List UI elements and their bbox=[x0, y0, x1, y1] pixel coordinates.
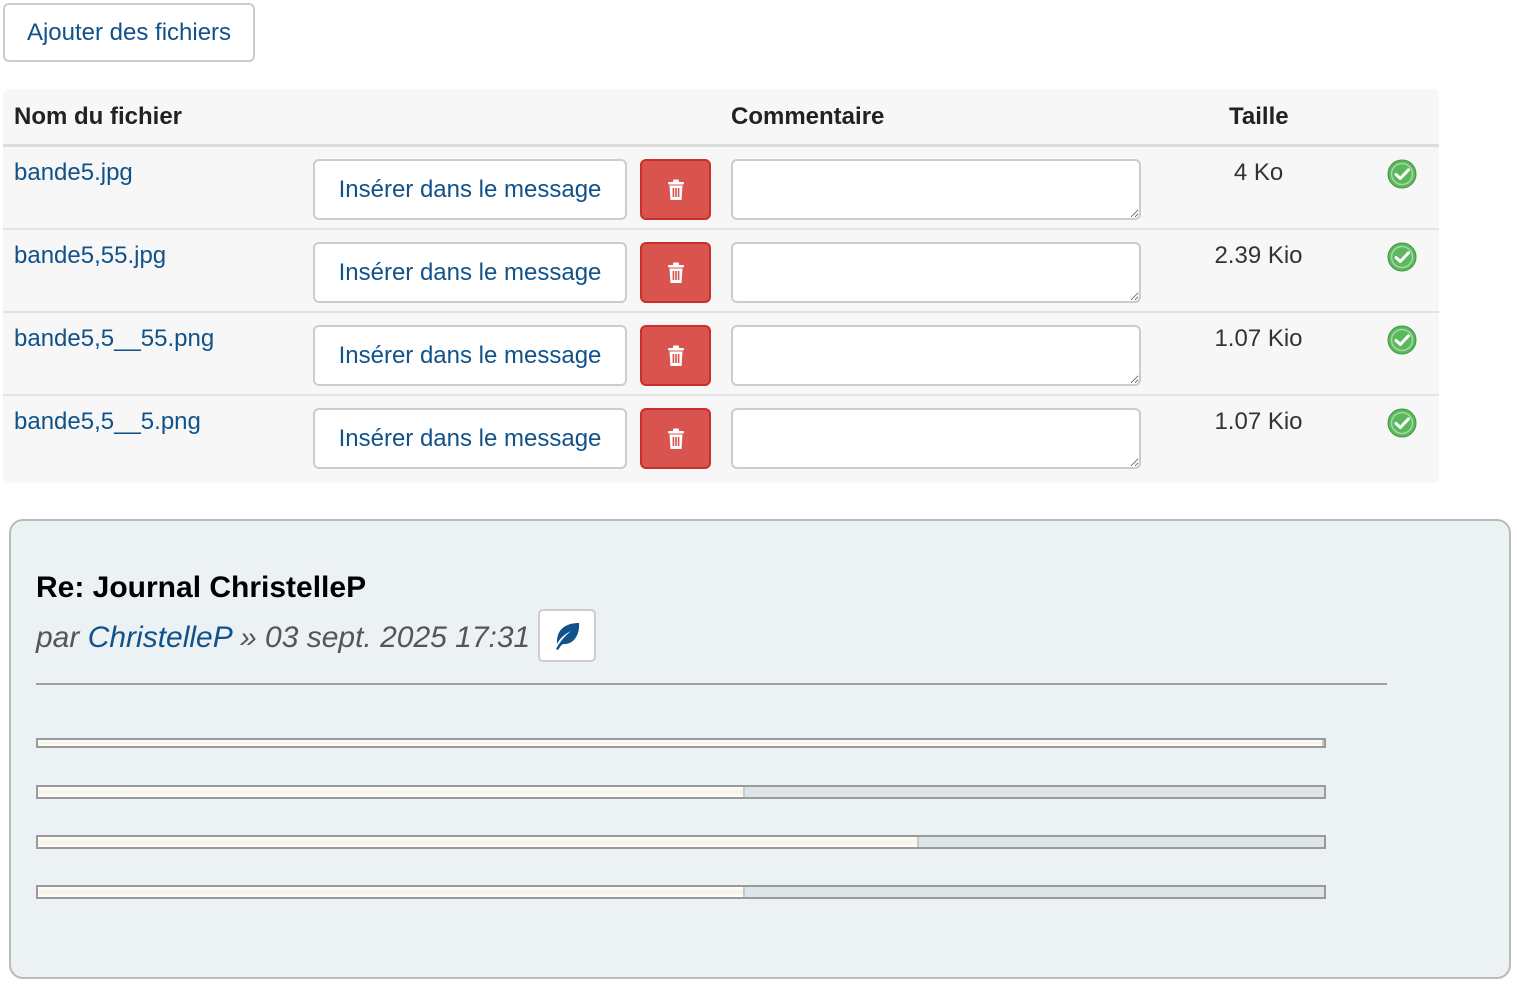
add-files-button[interactable]: Ajouter des fichiers bbox=[3, 3, 255, 62]
header-size: Taille bbox=[1229, 103, 1289, 130]
post-meta: par ChristelleP » 03 sept. 2025 17:31 bbox=[36, 621, 530, 655]
file-size: 1.07 Kio bbox=[1214, 408, 1303, 435]
post-by-label: par bbox=[36, 621, 80, 654]
header-comment: Commentaire bbox=[731, 103, 885, 130]
table-row: bande5.jpg Insérer dans le message 4 Ko bbox=[3, 147, 1439, 230]
table-header: Nom du fichier Commentaire Taille bbox=[3, 89, 1439, 147]
post-preview: Re: Journal ChristelleP par ChristelleP … bbox=[9, 519, 1511, 979]
progress-bar bbox=[36, 785, 1326, 799]
check-circle-icon bbox=[1387, 408, 1417, 438]
file-name-link[interactable]: bande5.jpg bbox=[14, 159, 133, 187]
comment-textarea[interactable] bbox=[731, 242, 1141, 303]
post-datetime: 03 sept. 2025 17:31 bbox=[265, 621, 531, 654]
trash-icon bbox=[667, 262, 684, 283]
file-size: 2.39 Kio bbox=[1214, 242, 1303, 269]
progress-bar-fill bbox=[38, 787, 746, 797]
comment-textarea[interactable] bbox=[731, 325, 1141, 386]
progress-bar-fill bbox=[38, 740, 1324, 746]
trash-icon bbox=[667, 179, 684, 200]
post-author-link[interactable]: ChristelleP bbox=[88, 621, 232, 654]
delete-file-button[interactable] bbox=[640, 159, 711, 220]
insert-into-message-button[interactable]: Insérer dans le message bbox=[313, 408, 627, 469]
post-separator: » bbox=[239, 621, 257, 654]
progress-bar bbox=[36, 835, 1326, 849]
check-circle-icon bbox=[1387, 242, 1417, 272]
table-row: bande5,5__55.png Insérer dans le message… bbox=[3, 313, 1439, 396]
table-row: bande5,55.jpg Insérer dans le message 2.… bbox=[3, 230, 1439, 313]
comment-textarea[interactable] bbox=[731, 159, 1141, 220]
progress-bar-fill bbox=[38, 837, 919, 847]
insert-into-message-button[interactable]: Insérer dans le message bbox=[313, 325, 627, 386]
progress-bar bbox=[36, 885, 1326, 899]
comment-textarea[interactable] bbox=[731, 408, 1141, 469]
attachments-table: Nom du fichier Commentaire Taille bande5… bbox=[3, 89, 1439, 483]
file-name-link[interactable]: bande5,5__55.png bbox=[14, 325, 214, 353]
post-divider bbox=[36, 683, 1387, 685]
trash-icon bbox=[667, 345, 684, 366]
delete-file-button[interactable] bbox=[640, 242, 711, 303]
header-filename: Nom du fichier bbox=[14, 103, 183, 130]
leaf-button[interactable] bbox=[538, 609, 596, 662]
file-name-link[interactable]: bande5,55.jpg bbox=[14, 242, 166, 270]
delete-file-button[interactable] bbox=[640, 408, 711, 469]
insert-into-message-button[interactable]: Insérer dans le message bbox=[313, 242, 627, 303]
table-row: bande5,5__5.png Insérer dans le message … bbox=[3, 396, 1439, 479]
check-circle-icon bbox=[1387, 159, 1417, 189]
file-size: 1.07 Kio bbox=[1214, 325, 1303, 352]
file-size: 4 Ko bbox=[1233, 159, 1284, 186]
post-title: Re: Journal ChristelleP bbox=[36, 571, 367, 604]
delete-file-button[interactable] bbox=[640, 325, 711, 386]
check-circle-icon bbox=[1387, 325, 1417, 355]
insert-into-message-button[interactable]: Insérer dans le message bbox=[313, 159, 627, 220]
leaf-icon bbox=[556, 622, 580, 650]
file-name-link[interactable]: bande5,5__5.png bbox=[14, 408, 201, 436]
progress-bar bbox=[36, 738, 1326, 748]
progress-bar-fill bbox=[38, 887, 746, 897]
trash-icon bbox=[667, 428, 684, 449]
